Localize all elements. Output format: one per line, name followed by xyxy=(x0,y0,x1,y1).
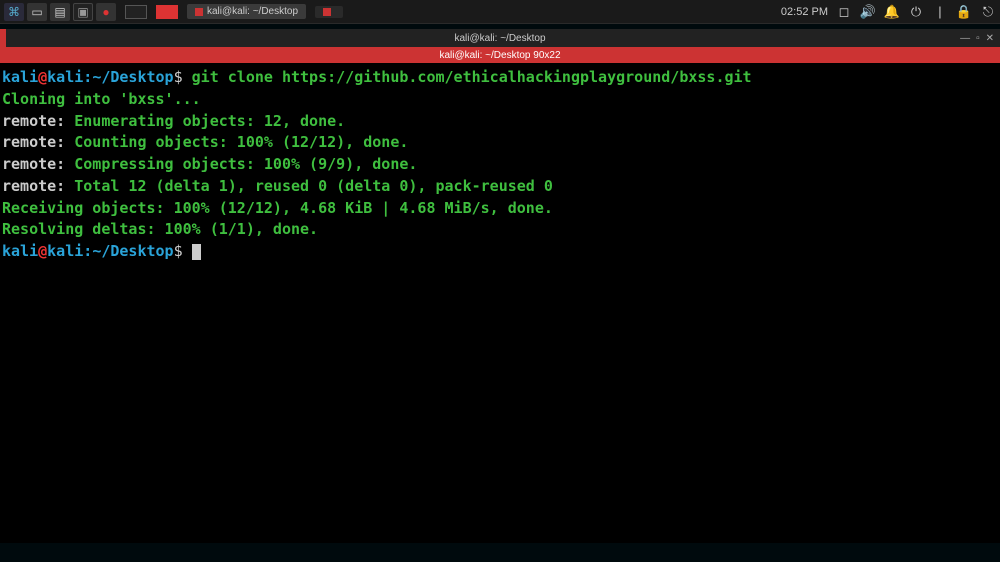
terminal-line: Resolving deltas: 100% (1/1), done. xyxy=(2,219,998,241)
window-titlebar[interactable]: kali@kali: ~/Desktop — ▫ ✕ xyxy=(0,29,1000,47)
minimize-button[interactable]: — xyxy=(960,33,970,44)
recorder-icon[interactable]: ● xyxy=(96,3,116,21)
volume-icon[interactable]: 🔊 xyxy=(860,4,876,20)
task-label: kali@kali: ~/Desktop xyxy=(207,6,298,17)
files-icon[interactable]: ▤ xyxy=(50,3,70,21)
maximize-button[interactable]: ▫ xyxy=(976,33,980,44)
titlebar-accent xyxy=(0,29,6,47)
divider-icon: | xyxy=(932,4,948,19)
app-indicator-icon xyxy=(195,8,203,16)
panel-left: ⌘ ▭ ▤ ▣ ● kali@kali: ~/Desktop xyxy=(4,3,343,21)
kali-menu-icon[interactable]: ⌘ xyxy=(4,3,24,21)
panel-right: 02:52 PM ◻ 🔊 🔔 ⏻ | 🔒 ⎋ xyxy=(781,4,996,20)
window-buttons: — ▫ ✕ xyxy=(960,33,994,44)
terminal-line: remote: Counting objects: 100% (12/12), … xyxy=(2,132,998,154)
window-title: kali@kali: ~/Desktop xyxy=(454,33,545,44)
app-indicator-icon xyxy=(323,8,331,16)
lock-icon[interactable]: 🔒 xyxy=(956,4,972,20)
terminal-line: kali@kali:~/Desktop$ git clone https://g… xyxy=(2,67,998,89)
terminal-line: remote: Total 12 (delta 1), reused 0 (de… xyxy=(2,176,998,198)
workspace-2[interactable] xyxy=(156,5,178,19)
terminal-line: Receiving objects: 100% (12/12), 4.68 Ki… xyxy=(2,198,998,220)
close-button[interactable]: ✕ xyxy=(986,33,994,44)
cursor xyxy=(192,244,201,260)
display-icon[interactable]: ◻ xyxy=(836,4,852,20)
terminal-body[interactable]: kali@kali:~/Desktop$ git clone https://g… xyxy=(0,63,1000,543)
top-panel: ⌘ ▭ ▤ ▣ ● kali@kali: ~/Desktop 02:52 PM … xyxy=(0,0,1000,24)
terminal-line: remote: Enumerating objects: 12, done. xyxy=(2,111,998,133)
taskbar-item-terminal[interactable]: kali@kali: ~/Desktop xyxy=(187,4,306,19)
power-icon[interactable]: ⏻ xyxy=(908,4,924,20)
notifications-icon[interactable]: 🔔 xyxy=(884,4,900,20)
desktop: Article Tools Belati Nettacker Hash-Bust… xyxy=(0,24,1000,562)
taskbar-item-other[interactable] xyxy=(315,6,343,18)
terminal-window: kali@kali: ~/Desktop — ▫ ✕ kali@kali: ~/… xyxy=(0,29,1000,543)
tab-title: kali@kali: ~/Desktop 90x22 xyxy=(439,50,560,61)
logout-icon[interactable]: ⎋ xyxy=(980,4,996,20)
clock[interactable]: 02:52 PM xyxy=(781,6,828,18)
terminal-line: Cloning into 'bxss'... xyxy=(2,89,998,111)
terminal-tab[interactable]: kali@kali: ~/Desktop 90x22 xyxy=(0,47,1000,63)
workspace-1[interactable] xyxy=(125,5,147,19)
file-manager-icon[interactable]: ▭ xyxy=(27,3,47,21)
terminal-prompt: kali@kali:~/Desktop$ xyxy=(2,241,998,263)
terminal-launcher-icon[interactable]: ▣ xyxy=(73,3,93,21)
terminal-line: remote: Compressing objects: 100% (9/9),… xyxy=(2,154,998,176)
